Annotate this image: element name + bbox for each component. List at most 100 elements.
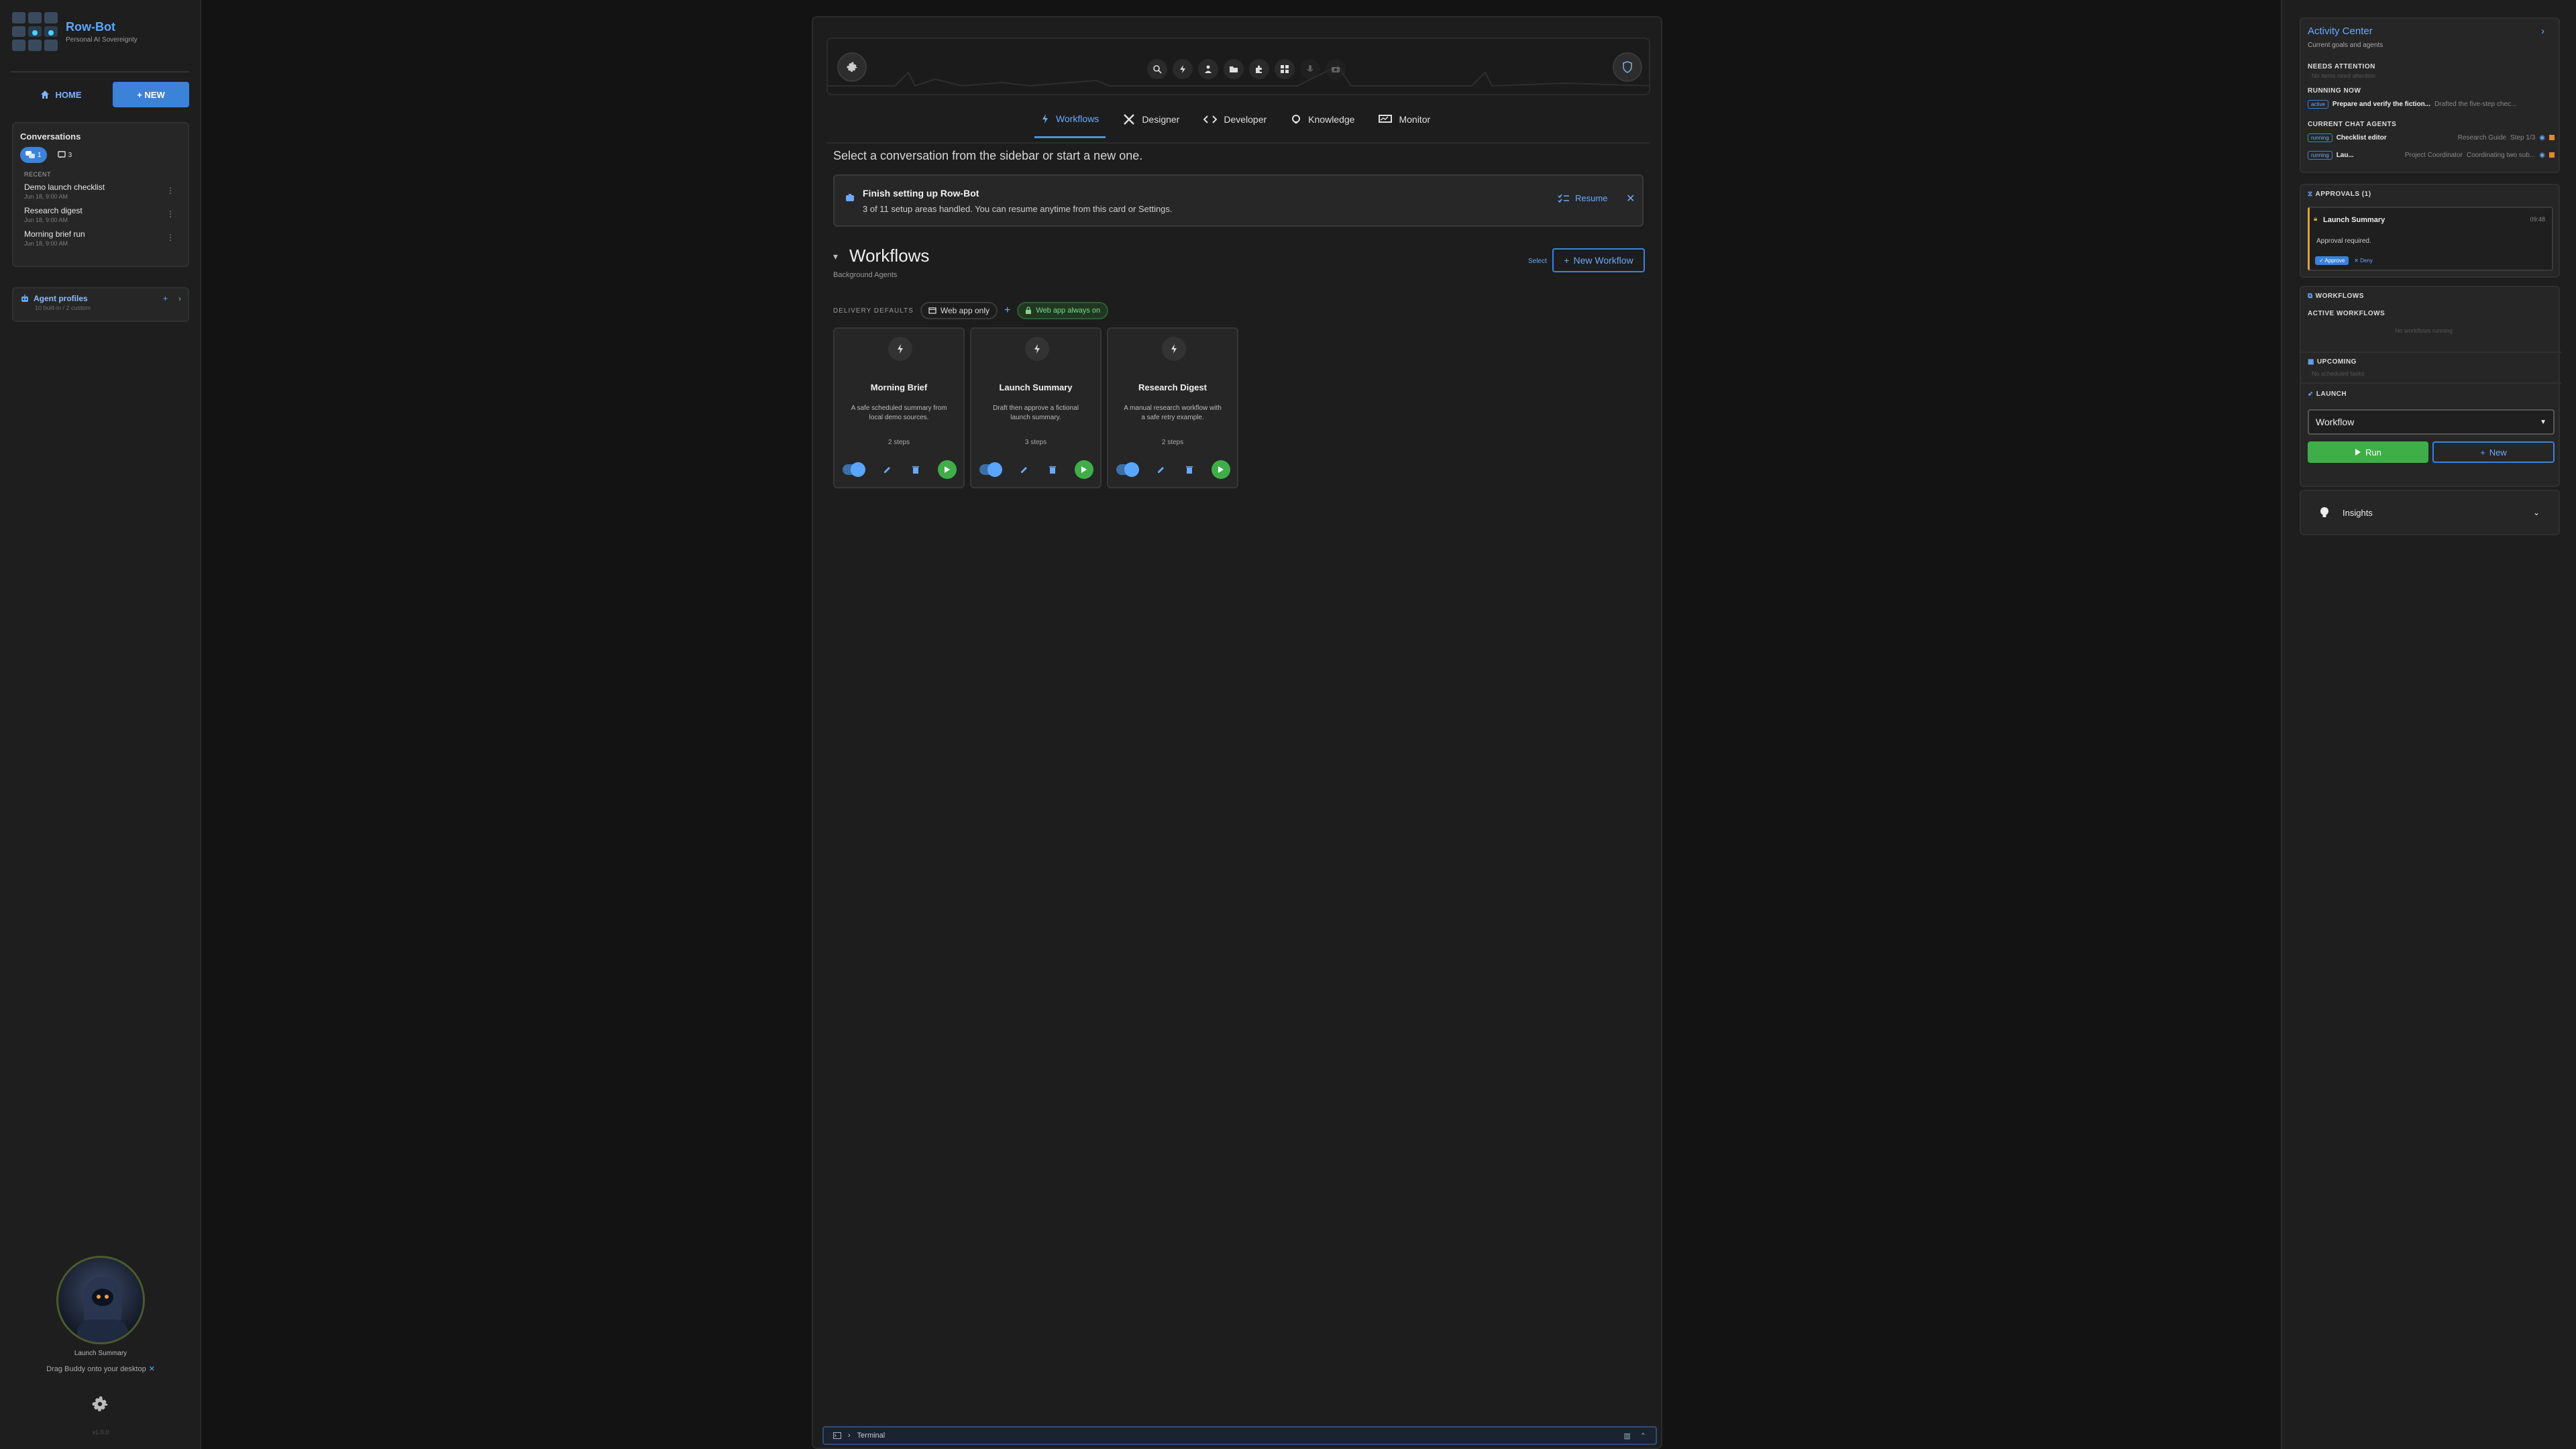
workflow-card[interactable]: Research Digest A manual research workfl… [1107, 327, 1238, 488]
setup-icon [846, 194, 854, 201]
rocket-icon: ➶ [2308, 390, 2314, 398]
home-icon [40, 91, 49, 99]
agent-profiles-subtitle: 10 built-in / 2 custom [35, 305, 91, 311]
workflows-side-header: ⧉ WORKFLOWS [2308, 292, 2364, 300]
buddy-drag-hint: Drag Buddy onto your desktop ✕ [0, 1364, 201, 1373]
search-tool[interactable] [1147, 59, 1167, 79]
message-icon [57, 151, 66, 158]
delivery-chip[interactable]: Web app only [920, 302, 998, 319]
workflow-description: Draft then approve a fictional launch su… [993, 405, 1079, 421]
new-workflow-button[interactable]: + New Workflow [1552, 248, 1645, 272]
chevron-right-icon[interactable]: › [178, 294, 181, 303]
more-options-icon[interactable]: ⋮ [166, 186, 174, 195]
messages-tab[interactable]: 3 [52, 147, 78, 163]
gear-icon [847, 62, 857, 72]
workflows-side-panel: ⧉ WORKFLOWS ACTIVE WORKFLOWS No workflows… [2300, 286, 2561, 487]
add-delivery-icon[interactable]: + [1004, 305, 1010, 317]
chevron-right-icon[interactable]: › [2541, 25, 2544, 37]
insights-label: Insights [2343, 507, 2373, 518]
buddy-caption: Launch Summary [74, 1350, 127, 1357]
terminal-bar[interactable]: › Terminal ▥ ⌃ [822, 1426, 1657, 1445]
agent-profiles-panel[interactable]: Agent profiles + › 10 built-in / 2 custo… [12, 287, 189, 322]
folder-tool[interactable] [1224, 59, 1244, 79]
view-eye-icon[interactable]: ◉ [2539, 134, 2545, 142]
knowledge-icon [1292, 115, 1301, 123]
run-workflow-button[interactable] [1211, 460, 1230, 479]
split-icon[interactable]: ▥ [1623, 1432, 1630, 1440]
tab-developer[interactable]: Developer [1197, 101, 1273, 138]
play-icon [1081, 466, 1087, 473]
grid-tool[interactable] [1275, 59, 1295, 79]
home-button[interactable]: HOME [27, 82, 94, 107]
collapse-caret-icon[interactable]: ▾ [833, 251, 838, 262]
workflow-select[interactable]: Workflow ▼ [2308, 409, 2555, 435]
tools-icon [1124, 114, 1135, 125]
chat-bubbles-icon [25, 151, 35, 158]
enable-toggle[interactable] [1116, 462, 1139, 477]
shield-button[interactable] [1613, 52, 1642, 82]
workflow-card[interactable]: Launch Summary Draft then approve a fict… [970, 327, 1102, 488]
delete-icon[interactable] [1046, 463, 1059, 476]
mic-tool[interactable] [1300, 59, 1320, 79]
camera-tool[interactable] [1326, 59, 1346, 79]
deny-button[interactable]: ✕ Deny [2354, 258, 2373, 264]
conversation-item[interactable]: Morning brief run Jun 18, 9:00 AM ⋮ [13, 227, 188, 251]
chats-tab[interactable]: 1 [20, 147, 47, 163]
expand-icon[interactable]: ⌃ [1640, 1432, 1646, 1440]
resume-label: Resume [1575, 193, 1608, 203]
brand-subtitle: Personal AI Sovereignty [66, 36, 138, 44]
new-button[interactable]: + New [2432, 441, 2555, 463]
tab-monitor[interactable]: Monitor [1372, 101, 1437, 138]
new-conversation-button[interactable]: + NEW [113, 82, 189, 107]
select-workflows-link[interactable]: Select [1528, 258, 1547, 265]
settings-gear-icon[interactable] [90, 1394, 110, 1414]
workflow-card[interactable]: Morning Brief A safe scheduled summary f… [833, 327, 965, 488]
run-workflow-button[interactable] [937, 460, 957, 479]
workflows-side-title: WORKFLOWS [2315, 292, 2364, 300]
edit-icon[interactable] [1018, 463, 1031, 476]
approval-card[interactable]: 🔒︎ Launch Summary 09:48 Approval require… [2308, 207, 2553, 271]
agent-row[interactable]: running Checklist editor Research Guide … [2308, 131, 2555, 144]
setup-description: 3 of 11 setup areas handled. You can res… [863, 204, 1173, 214]
x-icon: ✕ [2354, 258, 2361, 264]
needs-attention-empty: No items need attention [2312, 72, 2376, 79]
enable-toggle[interactable] [979, 462, 1002, 477]
approvals-panel: ⧖ APPROVALS (1) 🔒︎ Launch Summary 09:48 A… [2300, 184, 2560, 278]
conversation-item[interactable]: Demo launch checklist Jun 18, 9:00 AM ⋮ [13, 180, 188, 204]
flash-tool[interactable] [1173, 59, 1193, 79]
agent-row[interactable]: running Lau... Project Coordinator Coord… [2308, 149, 2555, 161]
delete-icon[interactable] [1183, 463, 1196, 476]
insights-panel[interactable]: Insights ⌄ [2300, 490, 2560, 535]
buddy-avatar[interactable] [56, 1256, 145, 1344]
tab-workflows[interactable]: Workflows [1034, 101, 1106, 138]
tab-designer[interactable]: Designer [1116, 101, 1186, 138]
settings-button[interactable] [837, 52, 867, 82]
plugin-tool[interactable] [1249, 59, 1269, 79]
run-workflow-button[interactable] [1074, 460, 1093, 479]
edit-icon[interactable] [1155, 463, 1168, 476]
run-button[interactable]: Run [2308, 441, 2428, 463]
dismiss-setup-icon[interactable]: ✕ [1626, 192, 1635, 205]
close-icon[interactable]: ✕ [149, 1365, 155, 1373]
approve-button[interactable]: ✓ Approve [2315, 256, 2349, 265]
status-badge: active [2308, 99, 2328, 109]
stop-icon[interactable] [2549, 152, 2555, 158]
more-options-icon[interactable]: ⋮ [166, 209, 174, 219]
enable-toggle[interactable] [843, 462, 865, 477]
edit-icon[interactable] [881, 463, 894, 476]
agent-tool[interactable] [1198, 59, 1218, 79]
delete-icon[interactable] [909, 463, 922, 476]
add-agent-icon[interactable]: + [163, 294, 168, 303]
folder-icon [1230, 66, 1238, 72]
agent-name: Checklist editor [2336, 133, 2387, 142]
stop-icon[interactable] [2549, 135, 2555, 140]
row-bot-logo [12, 12, 58, 51]
deny-label: Deny [2360, 258, 2373, 264]
view-eye-icon[interactable]: ◉ [2539, 152, 2545, 159]
recent-label: RECENT [24, 171, 52, 178]
resume-button[interactable]: Resume [1558, 193, 1607, 203]
more-options-icon[interactable]: ⋮ [166, 233, 174, 242]
running-task-row[interactable]: active Prepare and verify the fiction...… [2308, 98, 2555, 110]
conversation-item[interactable]: Research digest Jun 18, 9:00 AM ⋮ [13, 204, 188, 227]
tab-knowledge[interactable]: Knowledge [1284, 101, 1361, 138]
